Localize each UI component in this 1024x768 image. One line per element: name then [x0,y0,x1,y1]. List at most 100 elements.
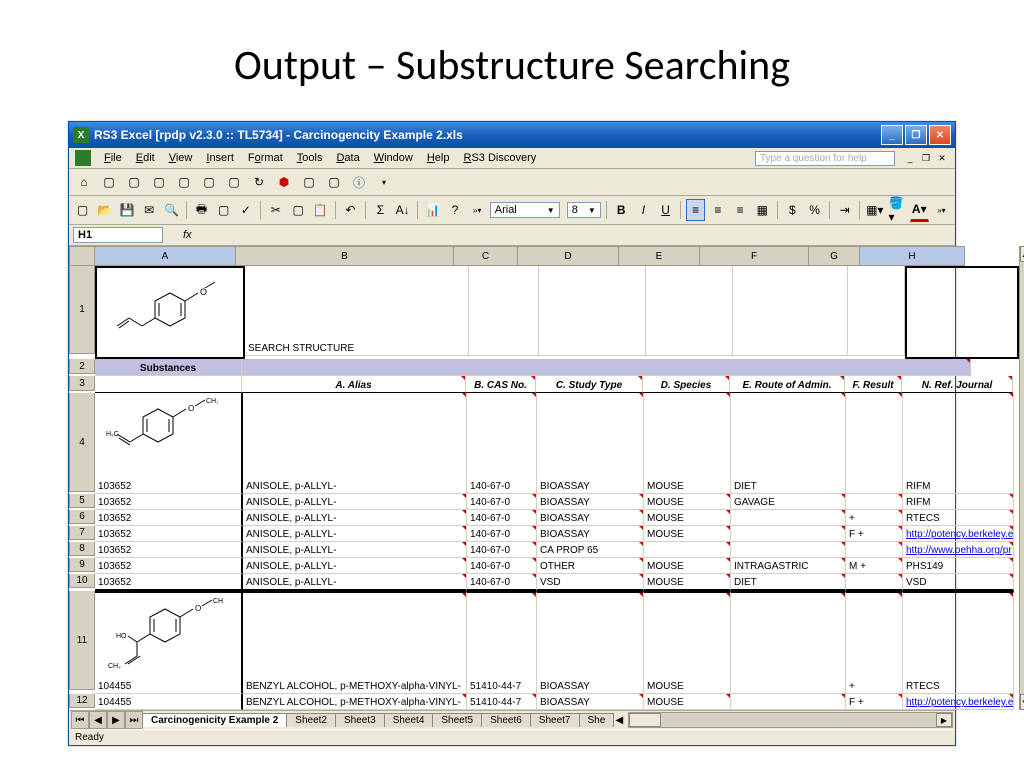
col-header-c[interactable]: C [454,246,518,266]
menu-tools[interactable]: Tools [290,150,330,166]
tab-sheet3[interactable]: Sheet3 [335,713,385,727]
cell-e10[interactable]: MOUSE [644,574,731,591]
col-header-d[interactable]: D [518,246,619,266]
cell-d3[interactable]: C. Study Type [536,376,643,393]
col-header-f[interactable]: F [700,246,809,266]
scroll-up-button[interactable]: ▲ [1020,246,1024,262]
cell-h6[interactable]: RTECS [903,510,1014,526]
doc-close-button[interactable]: ✕ [935,152,949,164]
menu-format[interactable]: Format [241,150,290,166]
cell-c8[interactable]: 140-67-0 [467,542,537,558]
tab-sheet5[interactable]: Sheet5 [432,713,482,727]
cell-g1[interactable] [848,266,905,356]
cell-e3[interactable]: D. Species [643,376,730,393]
maximize-button[interactable]: ❐ [905,125,927,145]
row-header-1[interactable]: 1 [69,266,95,354]
indent-button[interactable]: ⇥ [835,199,854,221]
cell-d7[interactable]: BIOASSAY [537,526,644,542]
cell-c7[interactable]: 140-67-0 [467,526,537,542]
rs3-btn6[interactable]: ▢ [223,171,245,193]
percent-button[interactable]: % [805,199,824,221]
select-all-corner[interactable] [69,246,95,266]
cell-f10[interactable]: DIET [731,574,846,591]
row-header-2[interactable]: 2 [69,359,95,374]
menu-edit[interactable]: Edit [129,150,162,166]
rs3-btn5[interactable]: ▢ [198,171,220,193]
rs3-home-icon[interactable]: ⌂ [73,171,95,193]
font-name-select[interactable]: Arial▼ [490,202,560,218]
cell-a8[interactable]: 103652 [95,542,243,558]
col-header-b[interactable]: B [236,246,454,266]
sort-icon[interactable]: A↓ [393,199,412,221]
minimize-button[interactable]: _ [881,125,903,145]
cell-d5[interactable]: BIOASSAY [537,494,644,510]
row-header-3[interactable]: 3 [69,376,95,391]
bold-button[interactable]: B [612,199,631,221]
cell-g11[interactable]: + [846,591,903,694]
row-header-12[interactable]: 12 [69,694,95,708]
titlebar[interactable]: X RS3 Excel [rpdp v2.3.0 :: TL5734] - Ca… [69,122,955,148]
cell-a10[interactable]: 103652 [95,574,243,591]
tab-sheet8[interactable]: She [579,713,615,727]
cell-e6[interactable]: MOUSE [644,510,731,526]
tab-nav-last[interactable]: ⏭ [125,711,143,729]
cell-g10[interactable] [846,574,903,591]
cell-d10[interactable]: VSD [537,574,644,591]
cell-d11[interactable]: BIOASSAY [537,591,644,694]
cell-f4[interactable]: DIET [731,393,846,494]
more2-icon[interactable]: »▾ [932,199,951,221]
cell-f9[interactable]: INTRAGASTRIC [731,558,846,574]
cell-e12[interactable]: MOUSE [644,694,731,710]
tab-sheet4[interactable]: Sheet4 [384,713,434,727]
tab-nav-prev[interactable]: ◀ [89,711,107,729]
cell-c12[interactable]: 51410-44-7 [467,694,537,710]
align-left-button[interactable]: ≡ [686,199,705,221]
rs3-btn8[interactable]: ▢ [298,171,320,193]
row-header-8[interactable]: 8 [69,542,95,556]
cell-f11[interactable] [731,591,846,694]
cell-a5[interactable]: 103652 [95,494,243,510]
cell-g8[interactable] [846,542,903,558]
cell-c6[interactable]: 140-67-0 [467,510,537,526]
cell-b3[interactable]: A. Alias [242,376,466,393]
cell-b6[interactable]: ANISOLE, p-ALLYL- [243,510,467,526]
copy-icon[interactable]: ▢ [289,199,308,221]
cell-h4[interactable]: RIFM [903,393,1014,494]
cell-a11-structure[interactable]: OCH₃HOCH₂ 104455 [95,591,243,694]
font-color-button[interactable]: A▾ [910,198,929,222]
row-header-9[interactable]: 9 [69,558,95,572]
cell-c9[interactable]: 140-67-0 [467,558,537,574]
col-header-g[interactable]: G [809,246,860,266]
hscroll-thumb[interactable] [629,713,661,727]
row-header-6[interactable]: 6 [69,510,95,524]
print-icon[interactable]: 🖶 [192,199,211,221]
cell-b12[interactable]: BENZYL ALCOHOL, p-METHOXY-alpha-VINYL- [243,694,467,710]
close-button[interactable]: ✕ [929,125,951,145]
excel-doc-icon[interactable] [75,150,91,166]
cell-c3[interactable]: B. CAS No. [466,376,536,393]
tab-active[interactable]: Carcinogenicity Example 2 [142,713,287,727]
tab-sheet2[interactable]: Sheet2 [286,713,336,727]
row-header-7[interactable]: 7 [69,526,95,540]
cell-b9[interactable]: ANISOLE, p-ALLYL- [243,558,467,574]
menu-help[interactable]: Help [420,150,457,166]
rs3-dropdown-icon[interactable]: ▾ [373,171,395,193]
cell-e4[interactable]: MOUSE [644,393,731,494]
cell-a1-structure[interactable]: O [95,266,245,359]
cell-f3[interactable]: E. Route of Admin. [730,376,845,393]
cell-d6[interactable]: BIOASSAY [537,510,644,526]
cell-e8[interactable] [644,542,731,558]
cell-c5[interactable]: 140-67-0 [467,494,537,510]
cell-b1[interactable]: SEARCH STRUCTURE [245,266,469,356]
spell-icon[interactable]: ✓ [236,199,255,221]
font-size-select[interactable]: 8▼ [567,202,601,218]
col-header-a[interactable]: A [95,246,236,266]
search-icon[interactable]: 🔍 [162,199,181,221]
menu-insert[interactable]: Insert [199,150,241,166]
menu-view[interactable]: View [162,150,200,166]
row-header-10[interactable]: 10 [69,574,95,588]
cell-c11[interactable]: 51410-44-7 [467,591,537,694]
cell-h5[interactable]: RIFM [903,494,1014,510]
underline-button[interactable]: U [656,199,675,221]
cut-icon[interactable]: ✂ [266,199,285,221]
